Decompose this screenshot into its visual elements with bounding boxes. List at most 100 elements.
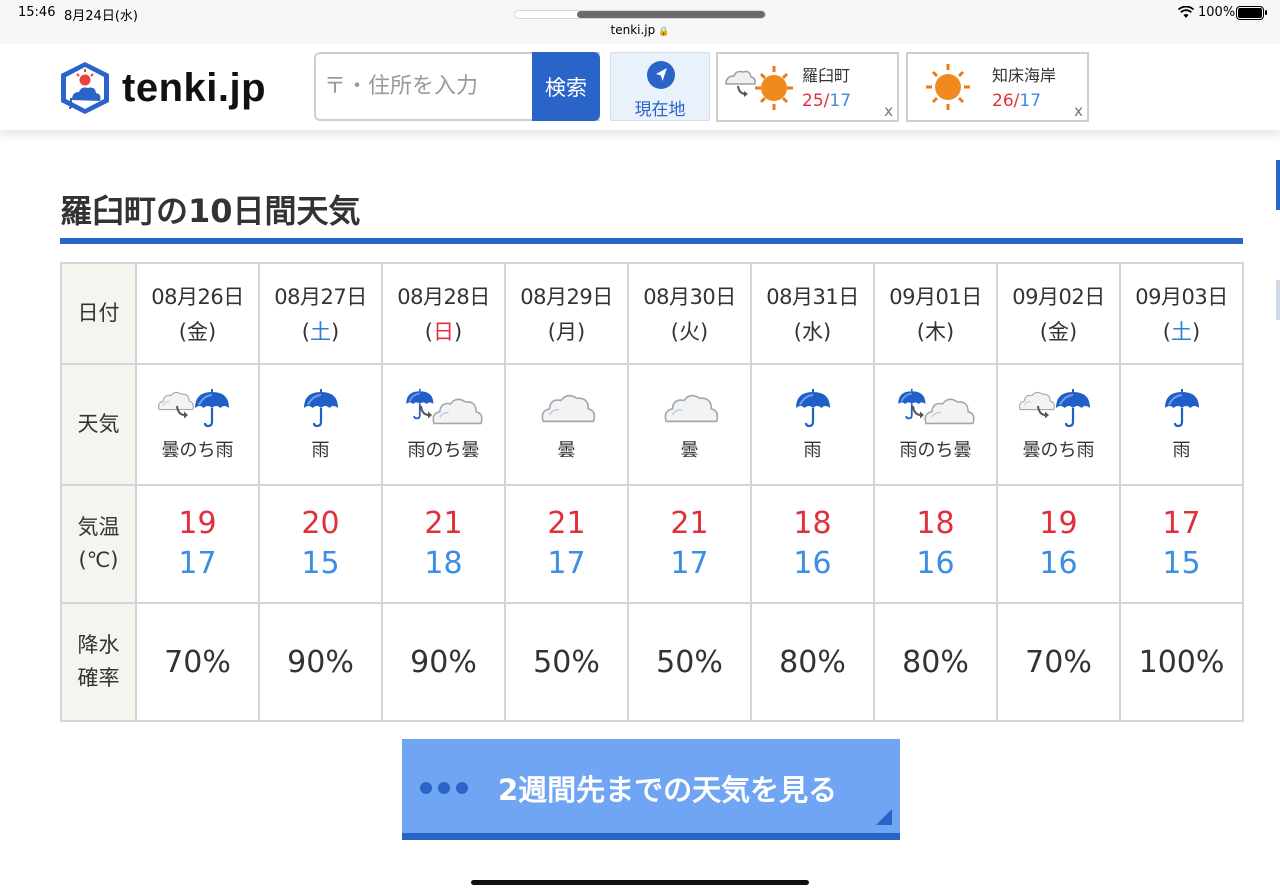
date-row: 日付 08月26日 (金) 08月27日 (土) 08月28日 (日) 08月2…: [60, 262, 1244, 365]
cloud-then-sun-icon: [725, 66, 793, 110]
temperature-cell: 20 15: [258, 484, 383, 604]
precipitation-value: 50: [533, 644, 572, 680]
logo-text: tenki.jp: [122, 66, 267, 110]
two-week-forecast-label: 2週間先までの天気を見る: [498, 773, 838, 807]
temperature-cell: 19 17: [135, 484, 260, 604]
low-temp: 18: [424, 546, 463, 581]
site-header: tenki.jp 検索 現在地 羅臼町 25/17 x: [0, 44, 1280, 130]
two-week-forecast-button[interactable]: 2週間先までの天気を見る: [402, 739, 900, 840]
weather-text: 雨のち曇: [899, 439, 972, 461]
weather-text: 雨: [1172, 439, 1191, 461]
ten-day-forecast-table: 日付 08月26日 (金) 08月27日 (土) 08月28日 (日) 08月2…: [60, 262, 1244, 722]
search-button[interactable]: 検索: [532, 52, 600, 121]
rain-then-cloud-icon: [875, 388, 996, 430]
high-temp: 21: [670, 505, 709, 541]
weather-text: 曇: [557, 439, 576, 461]
remove-recent-button[interactable]: x: [884, 102, 893, 120]
page-title: 羅臼町の10日間天気: [60, 192, 361, 230]
recent-location-rausu[interactable]: 羅臼町 25/17 x: [716, 52, 899, 122]
precipitation-value: 80: [902, 644, 941, 680]
home-indicator[interactable]: [471, 880, 809, 885]
precipitation-cell: 90%: [258, 602, 383, 722]
rain-then-cloud-icon: [383, 388, 504, 430]
low-temp: 17: [178, 546, 217, 581]
temperature-cell: 17 15: [1119, 484, 1244, 604]
low-temp: 17: [547, 546, 586, 581]
weather-text: 雨のち曇: [407, 439, 480, 461]
tenki-logo-icon: [61, 62, 109, 114]
date-cell: 08月30日 (火): [627, 262, 752, 365]
low-temp: 17: [670, 546, 709, 581]
high-temp: 20: [301, 505, 340, 541]
precipitation-cell: 100%: [1119, 602, 1244, 722]
date-text: 08月29日: [520, 285, 613, 309]
weather-cell: 曇: [627, 363, 752, 486]
percent-sign: %: [202, 644, 231, 680]
weather-cell: 雨: [750, 363, 875, 486]
date-cell: 08月31日 (水): [750, 262, 875, 365]
title-underline: [60, 238, 1243, 244]
day-of-week: (火): [670, 320, 709, 344]
recent-location-name: 知床海岸: [992, 66, 1057, 85]
temperature-cell: 21 17: [504, 484, 629, 604]
row-label-date: 日付: [60, 262, 137, 365]
remove-recent-button[interactable]: x: [1074, 102, 1083, 120]
wifi-icon: [1178, 6, 1194, 18]
cloud-icon: [506, 388, 627, 430]
weather-cell: 雨のち曇: [873, 363, 998, 486]
rain-icon: [752, 388, 873, 430]
low-temp: 16: [1039, 546, 1078, 581]
row-label-precipitation: 降水 確率: [60, 602, 137, 722]
row-label-weather: 天気: [60, 363, 137, 486]
precipitation-value: 70: [164, 644, 203, 680]
percent-sign: %: [448, 644, 477, 680]
high-temp: 17: [1162, 505, 1201, 541]
date-cell: 08月26日 (金): [135, 262, 260, 365]
address-search-input[interactable]: [316, 54, 531, 119]
row-label-temperature: 気温 (℃): [60, 484, 137, 604]
day-of-week: (月): [547, 320, 586, 344]
precipitation-cell: 80%: [750, 602, 875, 722]
day-of-week: (日): [424, 320, 463, 344]
low-temp: 15: [1162, 546, 1201, 581]
date-cell: 09月02日 (金): [996, 262, 1121, 365]
lock-icon: 🔒: [658, 27, 670, 37]
precipitation-value: 90: [287, 644, 326, 680]
precipitation-value: 90: [410, 644, 449, 680]
current-location-button[interactable]: 現在地: [610, 52, 710, 121]
precipitation-cell: 70%: [135, 602, 260, 722]
recent-location-temps: 26/17: [992, 91, 1042, 111]
status-bar: 15:46 8月24日(水) tenki.jp 🔒 100%: [0, 0, 1280, 44]
high-temp: 21: [547, 505, 586, 541]
precipitation-cell: 90%: [381, 602, 506, 722]
date-text: 08月31日: [766, 285, 859, 309]
day-of-week: (土): [301, 320, 340, 344]
date-text: 08月26日: [151, 285, 244, 309]
location-arrow-icon: [647, 61, 675, 89]
low-temp: 16: [793, 546, 832, 581]
low-temp: 16: [916, 546, 955, 581]
weather-cell: 雨: [258, 363, 383, 486]
site-logo[interactable]: tenki.jp: [58, 60, 298, 116]
date-text: 09月03日: [1135, 285, 1228, 309]
address-bar[interactable]: tenki.jp 🔒: [0, 23, 1280, 37]
high-temp: 19: [178, 505, 217, 541]
rain-icon: [260, 388, 381, 430]
percent-sign: %: [694, 644, 723, 680]
recent-location-shiretoko[interactable]: 知床海岸 26/17 x: [906, 52, 1089, 122]
date-text: 09月02日: [1012, 285, 1105, 309]
weather-cell: 雨: [1119, 363, 1244, 486]
battery-icon: [1236, 6, 1267, 20]
high-temp: 18: [793, 505, 832, 541]
date-cell: 09月01日 (木): [873, 262, 998, 365]
status-time: 15:46: [18, 5, 56, 20]
weather-text: 曇のち雨: [161, 439, 234, 461]
temperature-cell: 21 17: [627, 484, 752, 604]
rain-icon: [1121, 388, 1242, 430]
date-cell: 08月29日 (月): [504, 262, 629, 365]
status-date: 8月24日(水): [64, 9, 138, 24]
low-temp: 15: [301, 546, 340, 581]
precipitation-value: 80: [779, 644, 818, 680]
temperature-cell: 19 16: [996, 484, 1121, 604]
precipitation-cell: 50%: [504, 602, 629, 722]
